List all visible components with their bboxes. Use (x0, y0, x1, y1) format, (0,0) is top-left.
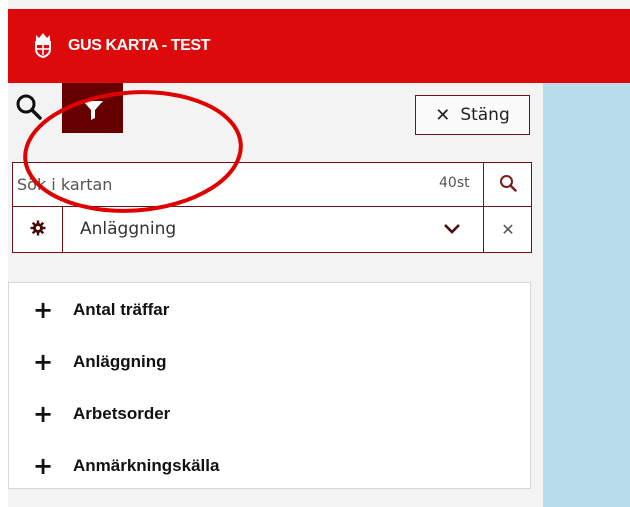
filter-item-label: Antal träffar (73, 300, 170, 319)
plus-icon: + (33, 348, 54, 376)
close-icon: ✕ (501, 220, 515, 239)
crown-shield-icon (28, 29, 58, 59)
plus-icon: + (33, 296, 54, 324)
filter-item-label: Anmärkningskälla (73, 456, 220, 475)
filter-item-label: Anläggning (73, 352, 167, 371)
search-button[interactable] (483, 163, 532, 206)
filter-item-antal-traffar[interactable]: + Antal träffar (33, 295, 169, 325)
map-canvas[interactable] (543, 83, 630, 507)
close-button[interactable]: ✕ Stäng (415, 95, 530, 135)
window-edge (0, 0, 8, 507)
tab-filter[interactable] (62, 83, 123, 133)
filter-item-arbetsorder[interactable]: + Arbetsorder (33, 399, 170, 429)
plus-icon: + (33, 400, 54, 428)
filter-item-label: Arbetsorder (73, 404, 171, 423)
plus-icon: + (33, 452, 54, 480)
clear-select-button[interactable]: ✕ (483, 207, 532, 252)
tab-search[interactable] (15, 93, 45, 123)
close-icon: ✕ (435, 104, 451, 126)
chevron-down-icon[interactable] (443, 221, 461, 240)
layer-select: Anläggning ✕ (12, 207, 532, 253)
search-input[interactable] (17, 163, 417, 206)
layer-select-value[interactable]: Anläggning (80, 219, 176, 239)
close-button-label: Stäng (460, 105, 510, 125)
filter-item-anlaggning[interactable]: + Anläggning (33, 347, 166, 377)
app-header: GUS KARTA - TEST (8, 9, 630, 83)
filter-panel: ✕ Stäng 40st (8, 83, 543, 507)
filter-list: + Antal träffar + Anläggning + Arbetsord… (8, 282, 531, 489)
settings-button[interactable] (13, 207, 63, 252)
filter-item-anmarkningskalla[interactable]: + Anmärkningskälla (33, 451, 219, 481)
search-icon (499, 174, 517, 196)
result-count: 40st (439, 175, 470, 191)
search-icon (15, 94, 43, 125)
gear-icon (30, 220, 46, 240)
app-title: GUS KARTA - TEST (68, 37, 211, 54)
search-bar: 40st (12, 162, 532, 207)
